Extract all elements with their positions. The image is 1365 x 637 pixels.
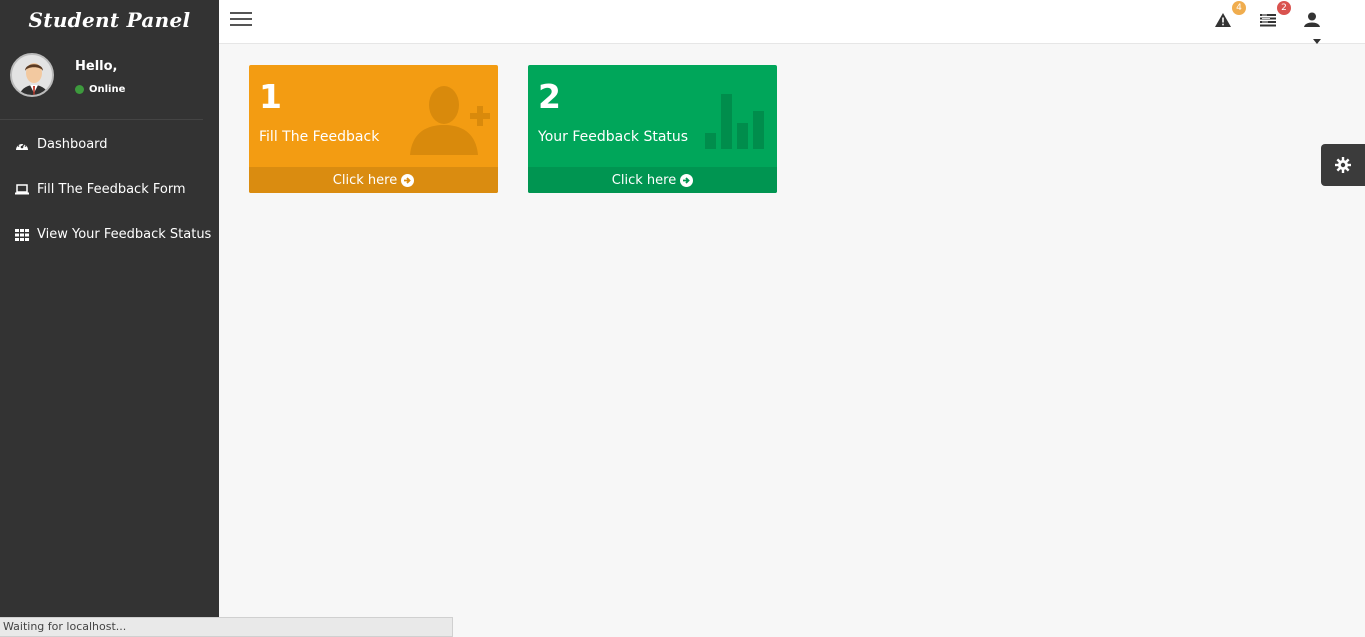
sidebar-menu: Dashboard Fill The Feedback Form View Yo… [0,122,219,257]
arrow-circle-right-icon [401,173,415,187]
bar-chart-icon [705,94,764,149]
fill-feedback-click-here[interactable]: Click here [249,167,498,193]
list-icon [1260,14,1276,27]
card-number: 2 [538,77,561,116]
online-status: Online [75,84,125,95]
menu-hamburger-icon[interactable] [230,12,252,28]
gear-icon [1335,157,1351,173]
card-number: 1 [259,77,282,116]
browser-status-bar: Waiting for localhost... [0,617,453,637]
sidebar-item-dashboard[interactable]: Dashboard [0,122,219,167]
user-icon [1304,12,1320,27]
card-label: Fill The Feedback [259,129,380,145]
alerts-count-badge: 4 [1232,1,1246,15]
feedback-status-card: 2 Your Feedback Status Click here [528,65,777,193]
avatar [10,53,54,97]
feedback-status-click-here[interactable]: Click here [528,167,777,193]
sidebar-item-label: View Your Feedback Status [37,227,212,242]
laptop-icon [14,183,30,197]
top-navbar: 4 2 [219,0,1365,44]
sidebar-item-fill-feedback[interactable]: Fill The Feedback Form [0,167,219,212]
sidebar-item-label: Fill The Feedback Form [37,182,186,197]
warning-icon [1215,13,1231,27]
table-grid-icon [14,228,30,242]
card-footer-label: Click here [332,172,398,188]
messages-button[interactable]: 2 [1260,1,1291,30]
brand-title[interactable]: Student Panel [0,0,219,40]
card-footer-label: Click here [611,172,677,188]
user-profile: Hello, Online [0,40,203,120]
arrow-circle-right-icon [680,173,694,187]
greeting-text: Hello, [75,59,118,74]
settings-toggle-button[interactable] [1321,144,1365,186]
caret-down-icon [1313,39,1321,44]
alerts-button[interactable]: 4 [1215,1,1246,30]
status-dot-icon [75,85,84,94]
messages-count-badge: 2 [1277,1,1291,15]
status-label: Online [89,84,126,95]
sidebar-item-view-status[interactable]: View Your Feedback Status [0,212,219,257]
fill-feedback-card: 1 Fill The Feedback Click here [249,65,498,193]
sidebar: Student Panel Hello, Online Dashboard Fi… [0,0,219,637]
dashboard-icon [14,138,30,152]
card-label: Your Feedback Status [538,129,689,145]
sidebar-item-label: Dashboard [37,137,108,152]
user-plus-icon [410,86,490,155]
user-menu-button[interactable] [1304,10,1342,44]
